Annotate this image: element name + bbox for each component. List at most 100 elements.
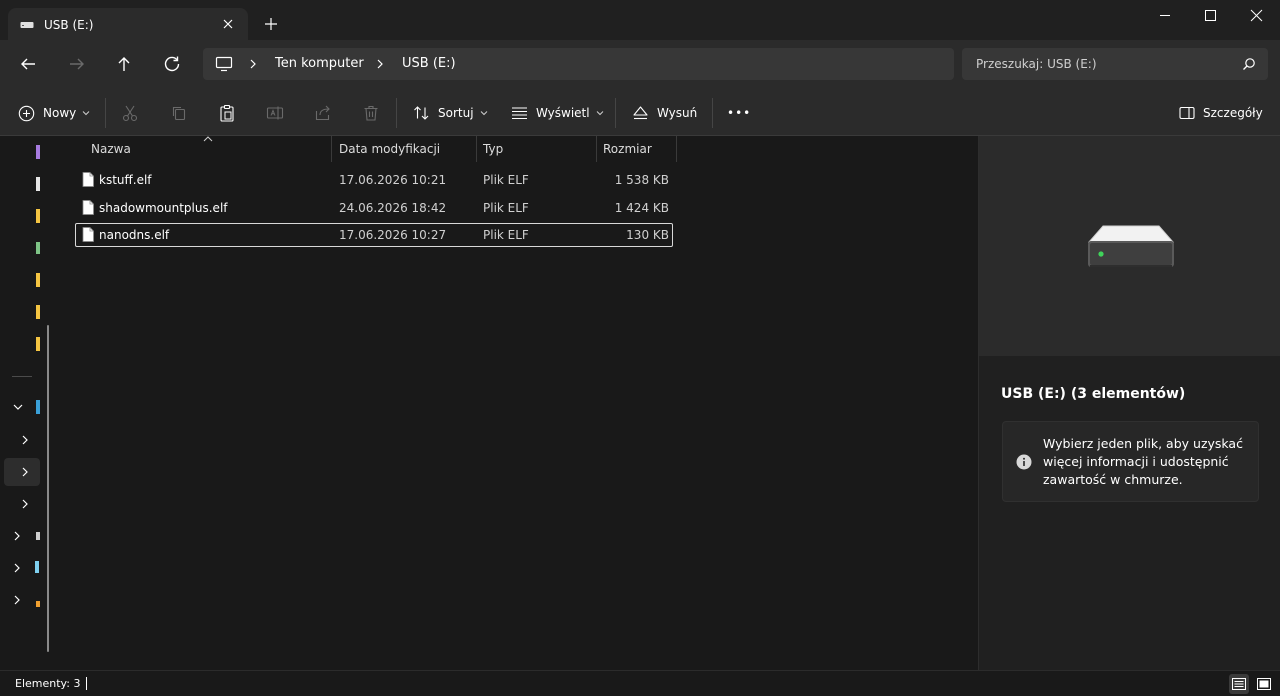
- file-name: nanodns.elf: [99, 228, 170, 242]
- nav-item-icon[interactable]: [36, 209, 40, 223]
- info-text: Wybierz jeden plik, aby uzyskać więcej i…: [1043, 436, 1243, 487]
- sort-icon: [414, 106, 429, 120]
- rename-icon[interactable]: [266, 104, 284, 122]
- view-button[interactable]: Wyświetl: [511, 100, 604, 126]
- back-button[interactable]: [16, 52, 40, 76]
- file-icon: [82, 227, 94, 242]
- copy-icon[interactable]: [170, 104, 188, 122]
- file-date: 24.06.2026 18:42: [339, 201, 447, 215]
- toolbar-divider: [615, 98, 616, 128]
- delete-icon[interactable]: [362, 104, 380, 122]
- up-button[interactable]: [112, 52, 136, 76]
- new-tab-button[interactable]: [262, 15, 280, 33]
- nav-item-icon[interactable]: [36, 177, 40, 191]
- breadcrumb-item-usb[interactable]: USB (E:): [402, 56, 456, 71]
- chevron-right-icon[interactable]: [19, 466, 31, 478]
- nav-item-icon[interactable]: [36, 601, 40, 607]
- search-box[interactable]: [962, 48, 1268, 80]
- chevron-right-icon[interactable]: [374, 58, 386, 70]
- details-pane-button[interactable]: Szczegóły: [1179, 100, 1263, 126]
- chevron-right-icon[interactable]: [247, 58, 259, 70]
- column-divider[interactable]: [676, 136, 677, 162]
- details-pane-button-label: Szczegóły: [1203, 106, 1263, 120]
- breadcrumb[interactable]: Ten komputer USB (E:): [203, 48, 954, 80]
- maximize-button[interactable]: [1188, 0, 1234, 32]
- view-button-label: Wyświetl: [536, 106, 590, 120]
- column-header-label: Typ: [483, 142, 504, 156]
- new-button-label: Nowy: [43, 106, 77, 120]
- chevron-down-icon[interactable]: [12, 401, 24, 413]
- nav-divider: [12, 376, 32, 377]
- table-row[interactable]: kstuff.elf 17.06.2026 10:21 Plik ELF 1 5…: [75, 168, 673, 192]
- nav-item-icon[interactable]: [36, 337, 40, 351]
- breadcrumb-item-this-pc[interactable]: Ten komputer: [275, 56, 364, 71]
- sort-ascending-icon: [203, 136, 213, 142]
- cut-icon[interactable]: [121, 104, 139, 122]
- add-circle-icon: [18, 105, 35, 121]
- close-tab-icon[interactable]: [220, 16, 236, 32]
- computer-icon[interactable]: [215, 56, 233, 72]
- close-window-button[interactable]: [1234, 0, 1280, 32]
- nav-item-icon[interactable]: [36, 532, 40, 540]
- nav-item-icon[interactable]: [35, 561, 39, 573]
- file-name: kstuff.elf: [99, 173, 152, 187]
- nav-item-icon[interactable]: [36, 273, 40, 287]
- chevron-right-icon[interactable]: [19, 498, 31, 510]
- share-icon[interactable]: [314, 104, 332, 122]
- details-pane-icon: [1179, 106, 1195, 120]
- more-options-button[interactable]: •••: [727, 100, 751, 126]
- toolbar-divider: [105, 98, 106, 128]
- item-count: Elementy: 3: [15, 677, 81, 690]
- nav-scrollbar[interactable]: [47, 325, 49, 652]
- chevron-down-icon: [596, 111, 603, 116]
- eject-button[interactable]: Wysuń: [632, 100, 697, 126]
- paste-icon[interactable]: [218, 104, 236, 122]
- info-card: Wybierz jeden plik, aby uzyskać więcej i…: [1002, 421, 1259, 502]
- column-header-label: Rozmiar: [603, 142, 652, 156]
- chevron-right-icon[interactable]: [19, 434, 31, 446]
- refresh-button[interactable]: [160, 52, 184, 76]
- new-button[interactable]: Nowy: [18, 100, 90, 126]
- preview-area: [979, 136, 1280, 356]
- details-title: USB (E:) (3 elementów): [1001, 386, 1186, 402]
- file-date: 17.06.2026 10:21: [339, 173, 447, 187]
- nav-item-icon[interactable]: [36, 305, 40, 319]
- drive-icon: [20, 22, 34, 28]
- toolbar-divider: [396, 98, 397, 128]
- file-size: 1 538 KB: [614, 173, 669, 187]
- forward-button[interactable]: [65, 52, 89, 76]
- file-type: Plik ELF: [483, 201, 529, 215]
- file-icon: [82, 200, 94, 215]
- column-header-label: Nazwa: [91, 142, 131, 156]
- file-list: Nazwa Data modyfikacji Typ Rozmiar kstuf…: [60, 136, 978, 670]
- eject-icon: [633, 106, 648, 120]
- more-icon: •••: [727, 106, 752, 120]
- status-bar: Elementy: 3: [0, 670, 1280, 696]
- toolbar-divider: [712, 98, 713, 128]
- chevron-right-icon[interactable]: [11, 562, 23, 574]
- search-input[interactable]: [976, 54, 1236, 74]
- sort-button[interactable]: Sortuj: [413, 100, 488, 126]
- column-header-date[interactable]: Data modyfikacji: [331, 136, 476, 162]
- column-header-label: Data modyfikacji: [339, 142, 441, 156]
- tab-usb[interactable]: USB (E:): [8, 8, 248, 41]
- minimize-button[interactable]: [1142, 0, 1188, 32]
- navigation-pane: [0, 136, 60, 670]
- table-row[interactable]: shadowmountplus.elf 24.06.2026 18:42 Pli…: [75, 196, 673, 220]
- nav-item-icon[interactable]: [36, 145, 40, 159]
- chevron-right-icon[interactable]: [11, 594, 23, 606]
- tiles-view-button[interactable]: [1254, 674, 1274, 694]
- chevron-down-icon: [480, 111, 487, 116]
- nav-item-icon[interactable]: [36, 242, 40, 254]
- chevron-right-icon[interactable]: [11, 530, 23, 542]
- column-header-size[interactable]: Rozmiar: [595, 136, 676, 162]
- search-icon[interactable]: [1242, 57, 1256, 71]
- tab-title: USB (E:): [44, 18, 94, 32]
- details-pane: USB (E:) (3 elementów) Wybierz jeden pli…: [978, 136, 1280, 670]
- details-view-button[interactable]: [1229, 674, 1249, 694]
- view-list-icon: [512, 107, 527, 120]
- nav-item-icon[interactable]: [36, 400, 40, 414]
- file-icon: [82, 172, 94, 187]
- column-header-type[interactable]: Typ: [475, 136, 596, 162]
- table-row-selected[interactable]: nanodns.elf 17.06.2026 10:27 Plik ELF 13…: [75, 223, 673, 247]
